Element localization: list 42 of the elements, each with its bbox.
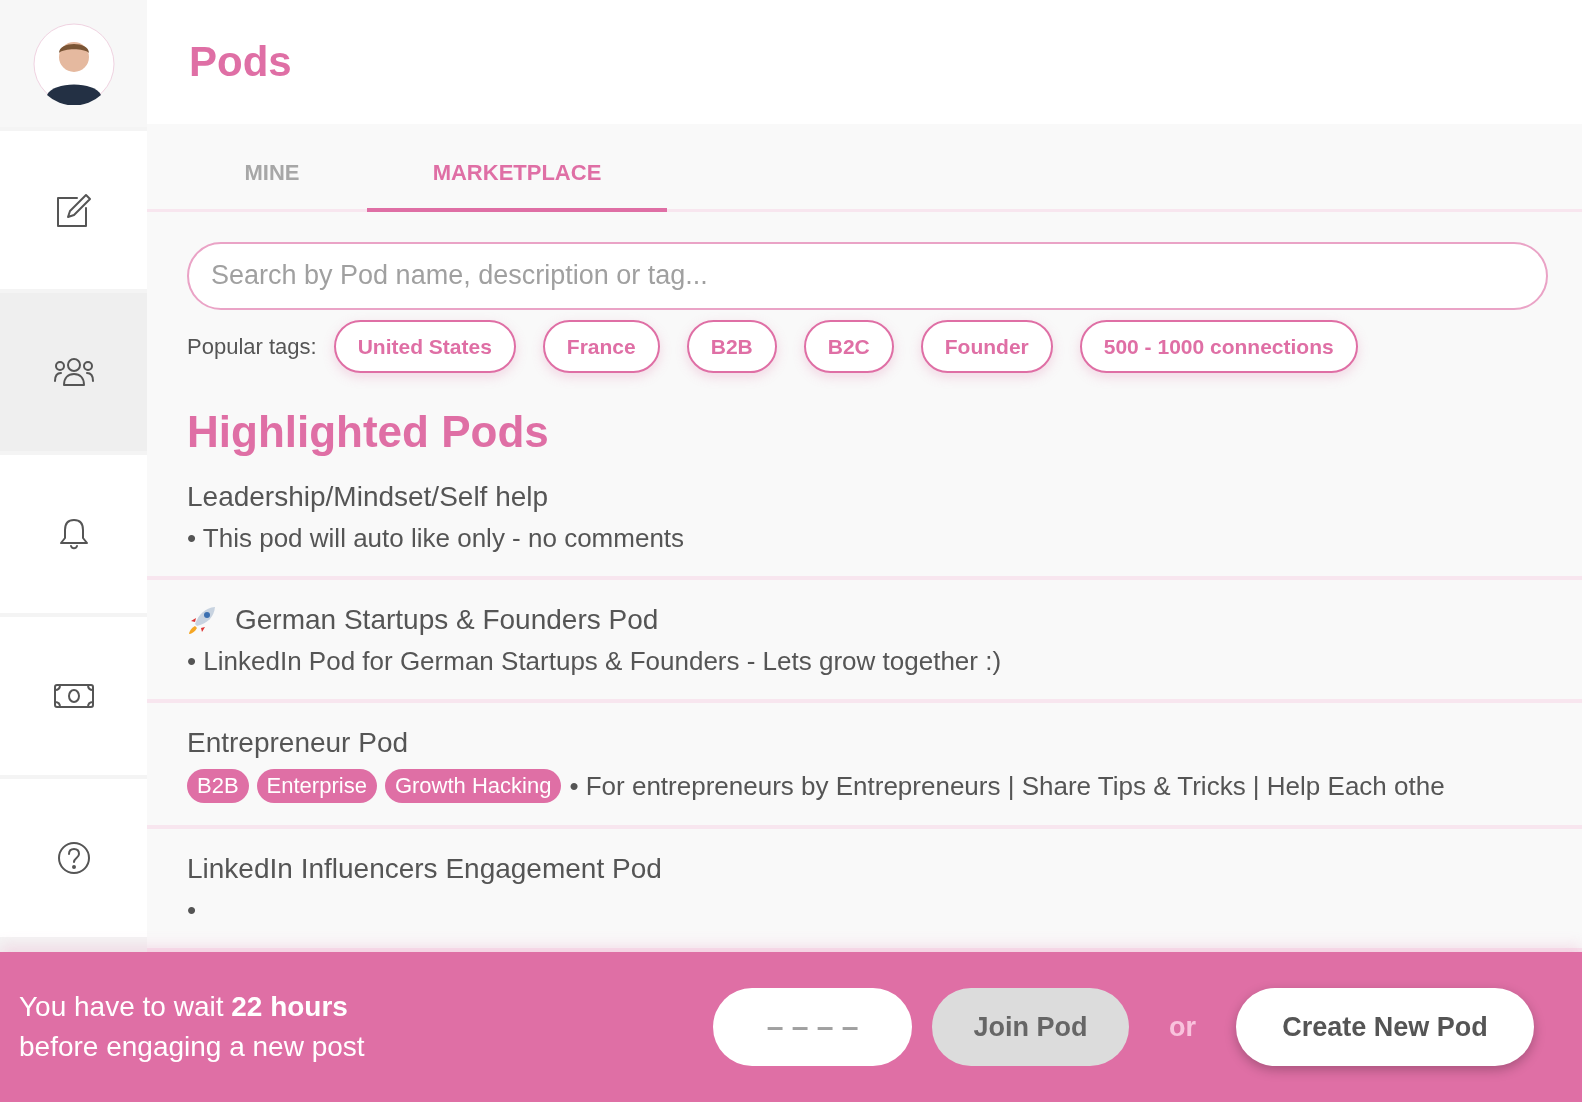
join-pod-button[interactable]: Join Pod: [932, 988, 1129, 1066]
create-pod-button[interactable]: Create New Pod: [1236, 988, 1534, 1066]
pod-description: • For entrepreneurs by Entrepreneurs | Share Tips & Tricks | Help Each othe: [569, 770, 1445, 802]
tag-chip[interactable]: 500 - 1000 connections: [1079, 320, 1358, 373]
tag-chip[interactable]: B2C: [803, 320, 894, 373]
pod-name: German Startups & Founders Pod: [235, 604, 659, 636]
help-icon: [56, 841, 91, 875]
tab[interactable]: MARKETPLACE: [367, 138, 667, 212]
banknote-icon: [52, 683, 95, 709]
pod-tag: Enterprise: [256, 769, 377, 803]
sidebar-item[interactable]: [0, 455, 147, 613]
pod-name: Leadership/Mindset/Self help: [187, 481, 549, 513]
pod-description: • LinkedIn Pod for German Startups & Founders - Lets grow together :): [187, 646, 1002, 677]
sidebar-item[interactable]: [0, 293, 147, 451]
pod-code-field[interactable]: – – – –: [713, 988, 912, 1066]
sidebar-item[interactable]: [0, 779, 147, 937]
pod-name: LinkedIn Influencers Engagement Pod: [187, 853, 662, 885]
pod-tag: B2B: [187, 769, 249, 803]
people-icon: [52, 357, 95, 387]
pod-name: Entrepreneur Pod: [187, 727, 409, 759]
avatar[interactable]: [32, 22, 115, 105]
pod-row[interactable]: Entrepreneur Pod B2B Enterprise Growth Hacking • For entrepreneurs by Entrepreneurs | Share Tips & Tricks | Help Each othe: [147, 703, 1582, 829]
edit-icon: [54, 192, 93, 228]
search-field[interactable]: Search by Pod name, description or tag...: [187, 241, 1548, 310]
tag-chip[interactable]: United States: [333, 320, 516, 373]
pod-row[interactable]: Leadership/Mindset/Self help • This pod will auto like only - no comments: [147, 457, 1582, 580]
tab[interactable]: MINE: [177, 138, 367, 212]
tag-chip[interactable]: France: [542, 320, 660, 373]
sidebar-item[interactable]: [0, 131, 147, 289]
section-title: Highlighted Pods: [187, 407, 550, 457]
or-label: or: [1169, 1011, 1196, 1043]
pod-description: •: [187, 895, 197, 926]
page-title: Pods: [189, 38, 292, 87]
pod-tag: Growth Hacking: [384, 769, 562, 803]
tag-chip[interactable]: Founder: [920, 320, 1053, 373]
tags-label: Popular tags:: [187, 333, 317, 360]
wait-message: You have to wait 22 hours before engaging a new post: [19, 990, 366, 1064]
pod-description: • This pod will auto like only - no comments: [187, 523, 685, 554]
sidebar-item[interactable]: [0, 617, 147, 775]
pod-row[interactable]: German Startups & Founders Pod • LinkedIn Pod for German Startups & Founders - Lets grow together :): [147, 580, 1582, 703]
bell-icon: [58, 517, 89, 551]
tag-chip[interactable]: B2B: [686, 320, 777, 373]
